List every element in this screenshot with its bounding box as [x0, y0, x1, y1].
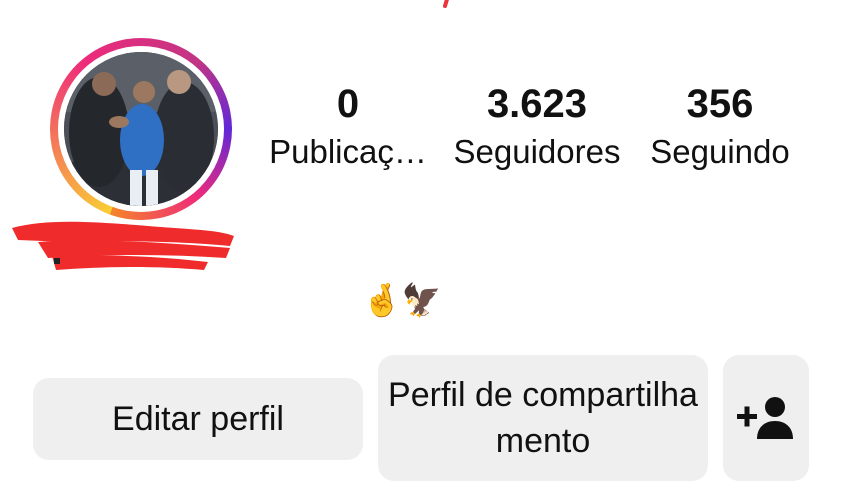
share-profile-label: Perfil de compartilhamento: [388, 376, 698, 460]
discover-people-button[interactable]: [723, 355, 809, 481]
stat-followers[interactable]: 3.623 Seguidores: [442, 80, 632, 176]
followers-count: 3.623: [486, 82, 588, 126]
redacted-username: [12, 221, 234, 270]
bio-emoji: 🤞🦅: [362, 282, 442, 318]
followers-label: Seguidores: [453, 133, 621, 170]
following-label: Seguindo: [650, 133, 790, 170]
posts-label: Publicaç…: [269, 133, 427, 170]
stat-following[interactable]: 356 Seguindo: [640, 80, 800, 176]
following-count: 356: [686, 82, 754, 126]
red-mark: [443, 0, 449, 8]
posts-count: 0: [336, 82, 360, 126]
edit-profile-button[interactable]: Editar perfil: [33, 378, 363, 460]
edit-profile-label: Editar perfil: [112, 400, 284, 438]
stat-posts[interactable]: 0 Publicaç…: [258, 80, 438, 176]
profile-avatar[interactable]: [50, 38, 232, 220]
avatar-photo: [64, 52, 218, 206]
share-profile-button[interactable]: Perfil de compartilhamento: [378, 355, 708, 481]
profile-stats: 0 Publicaç… 3.623 Seguidores 356 Seguind…: [256, 80, 816, 190]
person-add-icon: [737, 397, 793, 439]
